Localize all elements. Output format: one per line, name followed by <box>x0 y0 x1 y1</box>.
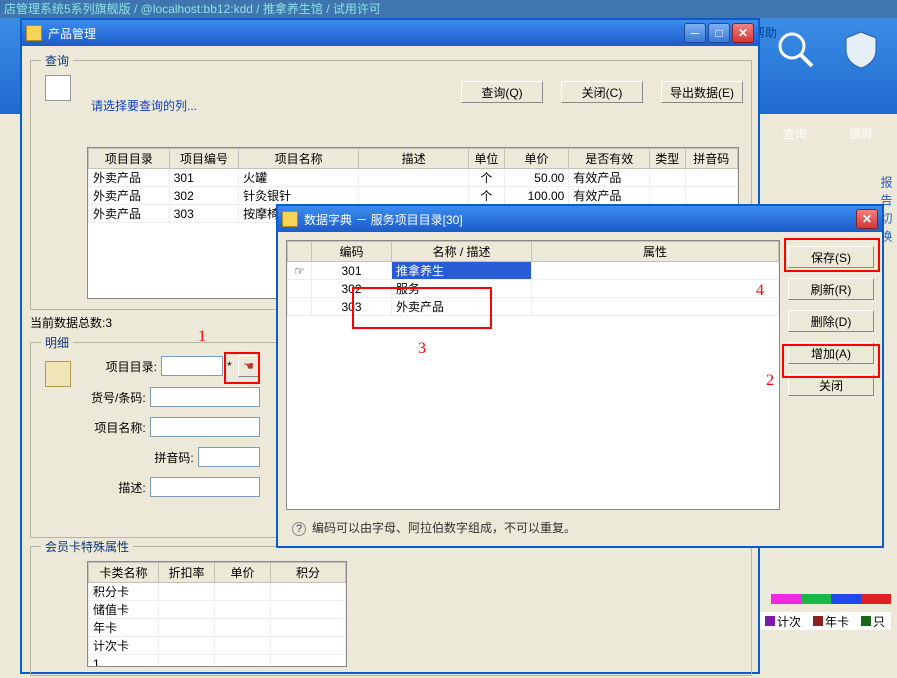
table-row[interactable]: 303外卖产品 <box>288 298 779 316</box>
desc-input[interactable] <box>150 477 260 497</box>
export-button[interactable]: 导出数据(E) <box>661 81 743 103</box>
projdir-input[interactable] <box>161 356 223 376</box>
projname-input[interactable] <box>150 417 260 437</box>
count-label: 当前数据总数:3 <box>30 314 112 331</box>
search-icon <box>774 28 816 70</box>
app-titlebar: 店管理系统5系列旗舰版 / @localhost:bb12:kdd / 推拿养生… <box>0 0 897 18</box>
table-row[interactable]: ☞301推拿养生 <box>288 262 779 280</box>
color-strip <box>771 594 891 604</box>
refresh-button[interactable]: 刷新(R) <box>788 278 874 300</box>
member-table[interactable]: 卡类名称 折扣率 单价 积分 积分卡储值卡年卡计次卡1 <box>87 561 347 667</box>
table-row[interactable]: 储值卡 <box>89 601 346 619</box>
dict-dialog: 数据字典 － 服务项目目录[30] ✕ 编码 名称 / 描述 属性 ☞301推拿… <box>276 204 884 548</box>
member-group: 会员卡特殊属性 卡类名称 折扣率 单价 积分 积分卡储值卡年卡计次卡1 <box>30 546 752 676</box>
maximize-button[interactable]: □ <box>708 23 730 43</box>
dialog-title: 数据字典 － 服务项目目录[30] <box>304 211 856 228</box>
table-row[interactable]: 1 <box>89 655 346 668</box>
shield-icon <box>840 28 882 70</box>
detail-icon <box>45 361 71 387</box>
table-row[interactable]: 积分卡 <box>89 583 346 601</box>
toolbar-lock[interactable]: 锁屏 <box>829 18 893 114</box>
window-title: 产品管理 <box>48 25 684 42</box>
window-titlebar[interactable]: 产品管理 ─ □ ✕ <box>22 20 758 46</box>
delete-button[interactable]: 删除(D) <box>788 310 874 332</box>
close-dict-button[interactable]: 关闭 <box>788 374 874 396</box>
close-button[interactable]: ✕ <box>732 23 754 43</box>
table-row[interactable]: 计次卡 <box>89 637 346 655</box>
minimize-button[interactable]: ─ <box>684 23 706 43</box>
legend-bar: 计次 年卡 只 <box>759 612 891 630</box>
projdir-lookup-button[interactable]: ☚ <box>238 355 260 377</box>
dialog-icon <box>282 211 298 227</box>
table-row[interactable]: 302服务 <box>288 280 779 298</box>
sku-input[interactable] <box>150 387 260 407</box>
query-button[interactable]: 查询(Q) <box>461 81 543 103</box>
pinyin-input[interactable] <box>198 447 260 467</box>
hand-icon: ☚ <box>243 359 254 373</box>
add-button[interactable]: 增加(A) <box>788 342 874 364</box>
question-icon: ? <box>292 522 306 536</box>
table-row[interactable]: 外卖产品302针灸银针个100.00有效产品 <box>89 187 738 205</box>
dict-table[interactable]: 编码 名称 / 描述 属性 ☞301推拿养生302服务303外卖产品 <box>286 240 780 510</box>
window-icon <box>26 25 42 41</box>
table-row[interactable]: 年卡 <box>89 619 346 637</box>
dialog-titlebar[interactable]: 数据字典 － 服务项目目录[30] ✕ <box>278 206 882 232</box>
dialog-help: ?编码可以由字母、阿拉伯数字组成，不可以重复。 <box>292 519 576 536</box>
query-hint[interactable]: 请选择要查询的列... <box>91 97 197 114</box>
table-row[interactable]: 外卖产品301火罐个50.00有效产品 <box>89 169 738 187</box>
close-query-button[interactable]: 关闭(C) <box>561 81 643 103</box>
save-button[interactable]: 保存(S) <box>788 246 874 268</box>
find-icon[interactable] <box>45 75 71 101</box>
dialog-close-button[interactable]: ✕ <box>856 209 878 229</box>
